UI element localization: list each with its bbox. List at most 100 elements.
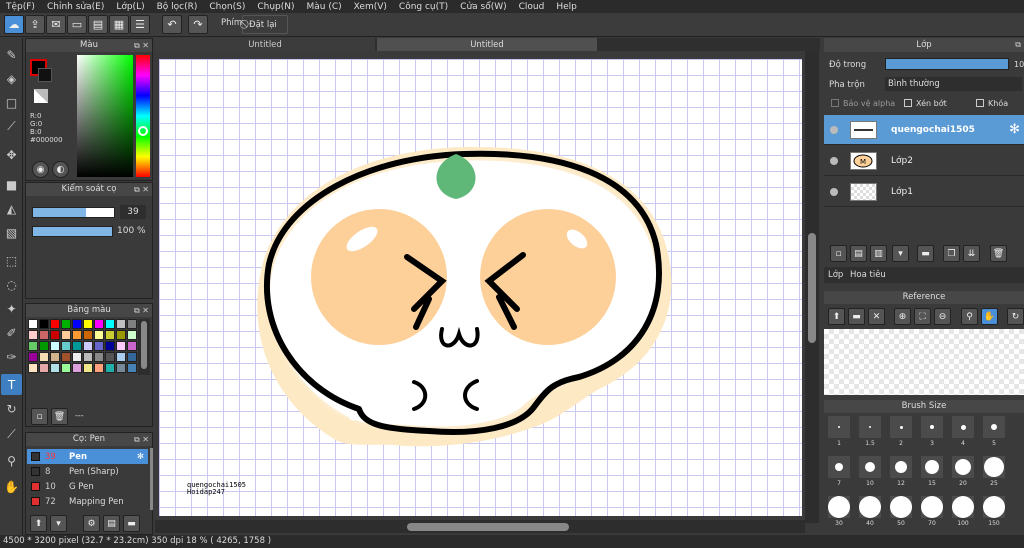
layer-row[interactable]: Lớp1 xyxy=(824,177,1024,207)
panel-close-icon[interactable]: ⧉ ✕ xyxy=(134,433,149,446)
brush-size-cell[interactable] xyxy=(859,456,881,478)
brush-size-cell[interactable] xyxy=(890,456,912,478)
palette-swatch[interactable] xyxy=(116,363,126,373)
palette-swatch[interactable] xyxy=(116,341,126,351)
palette-swatch[interactable] xyxy=(105,330,115,340)
brush-props-icon[interactable]: ▤ xyxy=(103,515,120,532)
palette-swatch[interactable] xyxy=(83,352,93,362)
add-brush-icon[interactable]: ⬆ xyxy=(30,515,47,532)
menu-item[interactable]: Bộ lọc(R) xyxy=(151,2,204,12)
fit-icon[interactable]: ⛶ xyxy=(914,308,931,325)
secondary-color-swatch[interactable] xyxy=(38,68,52,82)
panel-close-icon[interactable]: ⧉ ✕ xyxy=(134,304,149,317)
brush-item[interactable]: 10 G Pen xyxy=(27,479,148,494)
menu-item[interactable]: Chọn(S) xyxy=(203,2,251,12)
lasso-tool-icon[interactable]: ◌ xyxy=(1,274,22,295)
palette-swatch[interactable] xyxy=(50,319,60,329)
palette-swatch[interactable] xyxy=(50,341,60,351)
select-pen-icon[interactable]: ✐ xyxy=(1,322,22,343)
eraser-tool-icon[interactable]: ◈ xyxy=(1,68,22,89)
brush-size-cell[interactable] xyxy=(983,416,1005,438)
panel-close-icon[interactable]: ⧉ ✕ xyxy=(134,183,149,196)
palette-swatch[interactable] xyxy=(105,352,115,362)
duplicate-layer-icon[interactable]: ❐ xyxy=(943,245,960,262)
brush-size-cell[interactable] xyxy=(921,416,943,438)
palette-swatch[interactable] xyxy=(50,363,60,373)
palette-swatch[interactable] xyxy=(61,363,71,373)
palette-swatch[interactable] xyxy=(94,352,104,362)
eyedropper-icon[interactable]: ⚲ xyxy=(1,450,22,471)
rotate-icon[interactable]: ↻ xyxy=(1007,308,1024,325)
lock-checkbox[interactable] xyxy=(976,99,984,107)
brush-size-cell[interactable] xyxy=(890,496,912,518)
brush-size-cell[interactable] xyxy=(952,416,974,438)
reference-upload-icon[interactable]: ⬆ xyxy=(828,308,845,325)
brush-item[interactable]: 72 Mapping Pen xyxy=(27,494,148,509)
menu-item[interactable]: Cloud xyxy=(513,2,551,12)
gradient-tool-icon[interactable]: ▧ xyxy=(1,222,22,243)
tab-untitled-1[interactable]: Untitled xyxy=(155,38,375,52)
palette-swatch[interactable] xyxy=(105,363,115,373)
palette-swatch[interactable] xyxy=(94,363,104,373)
select-tool-icon[interactable]: ⬚ xyxy=(1,250,22,271)
brush-item[interactable]: 39 Pen ✻ xyxy=(27,449,148,464)
palette-swatch[interactable] xyxy=(105,341,115,351)
palette-swatch[interactable] xyxy=(72,330,82,340)
chat-icon[interactable]: ✉ xyxy=(46,15,66,34)
palette-swatch[interactable] xyxy=(72,363,82,373)
brush-tool-icon[interactable]: ✎ xyxy=(1,44,22,65)
palette-wheel-icon[interactable]: ◉ xyxy=(32,161,49,178)
new-palette-icon[interactable]: ▫ xyxy=(31,408,48,425)
tab-navigator[interactable]: Hoa tiêu xyxy=(850,270,886,280)
brush-size-cell[interactable] xyxy=(890,416,912,438)
size-value[interactable]: 39 xyxy=(120,205,146,219)
palette-swatch[interactable] xyxy=(94,341,104,351)
drawing-canvas[interactable]: quengochai1505 Hoidap247 xyxy=(159,59,802,516)
layer-row[interactable]: quengochai1505 ✻ xyxy=(824,115,1024,145)
palette-swatch[interactable] xyxy=(116,330,126,340)
palette-swatch[interactable] xyxy=(72,341,82,351)
reference-open-icon[interactable]: ▬ xyxy=(848,308,865,325)
brush-folder-icon[interactable]: ▬ xyxy=(123,515,140,532)
add-layer-menu-icon[interactable]: ▾ xyxy=(892,245,909,262)
text-tool-icon[interactable]: T xyxy=(1,374,22,395)
visibility-eye-icon[interactable] xyxy=(830,187,838,196)
brush-list-scrollbar[interactable] xyxy=(150,448,153,510)
cloud-icon[interactable]: ☁ xyxy=(4,15,24,34)
brush-size-cell[interactable] xyxy=(921,496,943,518)
brush-item[interactable]: 8 Pen (Sharp) xyxy=(27,464,148,479)
merge-down-icon[interactable]: ⇊ xyxy=(963,245,980,262)
settings-list-icon[interactable]: ☰ xyxy=(130,15,150,34)
layer-opacity-slider[interactable] xyxy=(885,58,1009,70)
protect-alpha-checkbox[interactable] xyxy=(831,99,839,107)
operation-tool-icon[interactable]: ↻ xyxy=(1,398,22,419)
menu-item[interactable]: Lớp(L) xyxy=(110,2,150,12)
brush-size-cell[interactable] xyxy=(859,416,881,438)
palette-swatch[interactable] xyxy=(127,319,137,329)
zoom-in-icon[interactable]: ⊕ xyxy=(894,308,911,325)
delete-palette-icon[interactable]: 🗑 xyxy=(51,408,68,425)
canvas-horizontal-scrollbar[interactable] xyxy=(155,520,805,533)
palette-swatch[interactable] xyxy=(116,319,126,329)
brush-size-cell[interactable] xyxy=(859,496,881,518)
brush-size-cell[interactable] xyxy=(983,456,1005,478)
palette-swatch[interactable] xyxy=(28,330,38,340)
hue-slider[interactable] xyxy=(136,55,150,177)
palette-swatch[interactable] xyxy=(39,330,49,340)
new-layer-icon[interactable]: ▫ xyxy=(830,245,847,262)
palette-swatch[interactable] xyxy=(105,319,115,329)
grid-icon[interactable]: ▦ xyxy=(109,15,129,34)
delete-layer-icon[interactable]: 🗑 xyxy=(990,245,1007,262)
palette-swatch[interactable] xyxy=(50,330,60,340)
move-tool-icon[interactable]: ✥ xyxy=(1,144,22,165)
reference-view[interactable] xyxy=(824,329,1024,395)
palette-swatch[interactable] xyxy=(61,319,71,329)
palette-swatch[interactable] xyxy=(127,341,137,351)
palette-swatch[interactable] xyxy=(127,352,137,362)
menu-item[interactable]: Công cụ(T) xyxy=(393,2,454,12)
palette-swatch[interactable] xyxy=(28,319,38,329)
palette-swatch[interactable] xyxy=(94,319,104,329)
palette-swatch[interactable] xyxy=(39,352,49,362)
visibility-eye-icon[interactable] xyxy=(830,156,838,165)
window-icon[interactable]: ▭ xyxy=(67,15,87,34)
